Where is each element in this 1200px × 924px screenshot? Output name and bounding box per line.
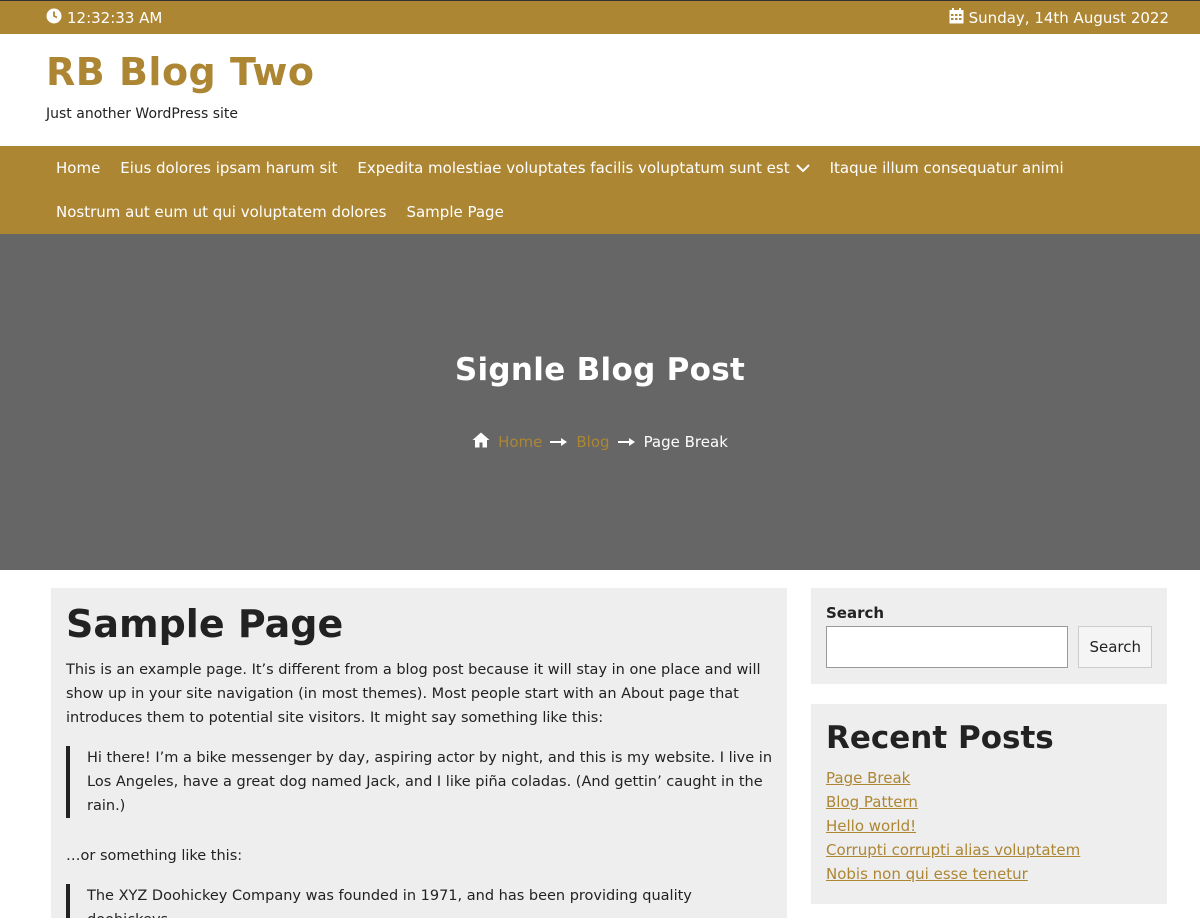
arrow-right-icon — [617, 433, 636, 451]
middle-paragraph: …or something like this: — [66, 848, 243, 864]
blockquote-bike-messenger: Hi there! I’m a bike messenger by day, a… — [66, 746, 772, 818]
search-label: Search — [826, 604, 885, 622]
nav-item-nostrum-aut[interactable]: Nostrum aut eum ut qui voluptatem dolore… — [46, 190, 396, 234]
search-button[interactable]: Search — [1078, 626, 1152, 668]
date-display: Sunday, 14th August 2022 — [949, 7, 1169, 28]
nav-item-eius-dolores[interactable]: Eius dolores ipsam harum sit — [110, 146, 347, 190]
current-time: 12:32:33 AM — [67, 8, 163, 27]
recent-posts-title: Recent Posts — [826, 720, 1054, 756]
site-title[interactable]: RB Blog Two — [46, 50, 1154, 94]
nav-item-sample-page[interactable]: Sample Page — [396, 190, 513, 234]
recent-post-link[interactable]: Hello world! — [826, 817, 916, 835]
site-tagline: Just another WordPress site — [46, 106, 239, 122]
recent-post-link[interactable]: Blog Pattern — [826, 793, 918, 811]
current-date: Sunday, 14th August 2022 — [968, 8, 1169, 27]
main-navigation: Home Eius dolores ipsam harum sit Expedi… — [0, 146, 1200, 234]
nav-item-label: Expedita molestiae voluptates facilis vo… — [357, 159, 790, 177]
nav-item-label: Home — [56, 159, 101, 177]
list-item: Nobis non qui esse tenetur — [826, 864, 1152, 884]
home-icon[interactable] — [472, 432, 490, 452]
time-display: 12:32:33 AM — [46, 8, 162, 28]
nav-item-label: Eius dolores ipsam harum sit — [120, 159, 338, 177]
breadcrumb-home-link[interactable]: Home — [498, 433, 542, 451]
top-bar: 12:32:33 AM Sunday, 14th August 2022 — [0, 0, 1200, 34]
search-widget: Search Search — [811, 588, 1167, 684]
recent-posts-widget: Recent Posts Page Break Blog Pattern Hel… — [811, 704, 1167, 904]
main-area: Sample Page This is an example page. It’… — [0, 570, 1200, 924]
page-hero-banner: Signle Blog Post Home Blog Page Break — [0, 234, 1200, 570]
site-header: RB Blog Two Just another WordPress site — [0, 34, 1200, 146]
calendar-icon — [949, 7, 964, 28]
recent-post-link[interactable]: Page Break — [826, 769, 910, 787]
chevron-down-icon[interactable] — [795, 146, 810, 190]
nav-item-itaque-illum[interactable]: Itaque illum consequatur animi — [820, 146, 1074, 190]
list-item: Corrupti corrupti alias voluptatem — [826, 840, 1152, 860]
nav-item-label: Itaque illum consequatur animi — [829, 159, 1064, 177]
clock-icon — [46, 8, 62, 28]
page-title: Sample Page — [66, 602, 344, 646]
recent-posts-list: Page Break Blog Pattern Hello world! Cor… — [826, 768, 1152, 884]
arrow-right-icon — [550, 433, 568, 451]
hero-title: Signle Blog Post — [454, 352, 746, 388]
sidebar: Search Search Recent Posts Page Break Bl… — [811, 588, 1167, 924]
recent-post-link[interactable]: Nobis non qui esse tenetur — [826, 865, 1028, 883]
nav-item-home[interactable]: Home — [46, 146, 110, 190]
nav-item-label: Sample Page — [406, 203, 504, 221]
nav-item-label: Nostrum aut eum ut qui voluptatem dolore… — [56, 203, 387, 221]
search-row: Search — [826, 626, 1152, 668]
search-input[interactable] — [826, 626, 1069, 668]
list-item: Hello world! — [826, 816, 1152, 836]
list-item: Page Break — [826, 768, 1152, 788]
blockquote-doohickey: The XYZ Doohickey Company was founded in… — [66, 884, 772, 918]
nav-item-expedita-molestiae[interactable]: Expedita molestiae voluptates facilis vo… — [347, 146, 819, 190]
breadcrumb-blog-link[interactable]: Blog — [576, 433, 609, 451]
breadcrumb-current: Page Break — [643, 433, 728, 451]
list-item: Blog Pattern — [826, 792, 1152, 812]
page-content: Sample Page This is an example page. It’… — [51, 588, 787, 918]
recent-post-link[interactable]: Corrupti corrupti alias voluptatem — [826, 841, 1080, 859]
intro-paragraph: This is an example page. It’s different … — [66, 662, 761, 726]
breadcrumb: Home Blog Page Break — [472, 432, 728, 452]
